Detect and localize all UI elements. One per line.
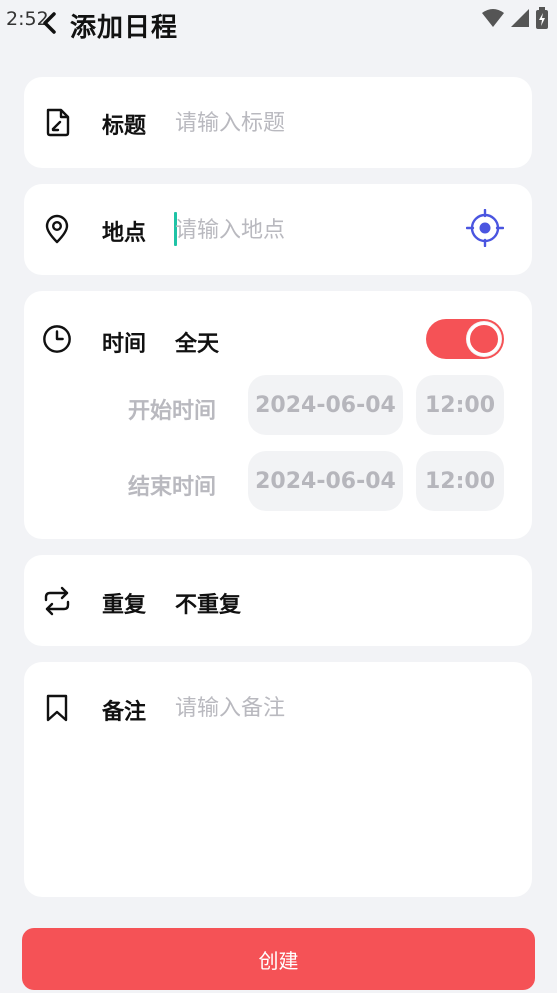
all-day-toggle[interactable] (426, 319, 504, 359)
map-pin-icon (42, 214, 72, 244)
time-card: 时间 全天 开始时间 2024-06-04 12:00 结束时间 2024-06… (24, 291, 532, 539)
repeat-label: 重复 (102, 593, 147, 618)
repeat-value: 不重复 (175, 593, 242, 618)
toggle-knob (467, 322, 501, 356)
all-day-value: 全天 (175, 332, 220, 357)
signal-icon (510, 8, 530, 32)
note-input[interactable] (175, 692, 505, 872)
title-input[interactable] (175, 105, 495, 141)
location-label: 地点 (102, 221, 147, 246)
start-time-picker[interactable]: 12:00 (416, 375, 504, 435)
locate-button[interactable] (465, 208, 505, 251)
end-time-picker[interactable]: 12:00 (416, 451, 504, 511)
end-time-label: 结束时间 (128, 475, 217, 500)
create-button[interactable]: 创建 (22, 928, 535, 990)
repeat-icon (42, 586, 72, 616)
status-icons (481, 7, 549, 33)
back-button[interactable] (36, 10, 62, 40)
gps-target-icon (465, 208, 505, 251)
clock-icon (42, 324, 72, 354)
battery-icon (535, 7, 549, 33)
start-date-picker[interactable]: 2024-06-04 (248, 375, 403, 435)
location-input[interactable] (175, 212, 445, 248)
title-label: 标题 (102, 114, 147, 139)
chevron-left-icon (39, 11, 59, 39)
bookmark-icon (42, 693, 72, 723)
note-label: 备注 (102, 700, 147, 725)
end-date-picker[interactable]: 2024-06-04 (248, 451, 403, 511)
location-card: 地点 (24, 184, 532, 275)
edit-document-icon (42, 107, 72, 137)
wifi-icon (481, 8, 505, 32)
repeat-card[interactable]: 重复 不重复 (24, 555, 532, 646)
title-card: 标题 (24, 77, 532, 168)
note-card: 备注 (24, 662, 532, 897)
start-time-label: 开始时间 (128, 399, 217, 424)
header: 添加日程 (36, 8, 179, 43)
time-label: 时间 (102, 332, 147, 357)
page-title: 添加日程 (70, 12, 179, 43)
